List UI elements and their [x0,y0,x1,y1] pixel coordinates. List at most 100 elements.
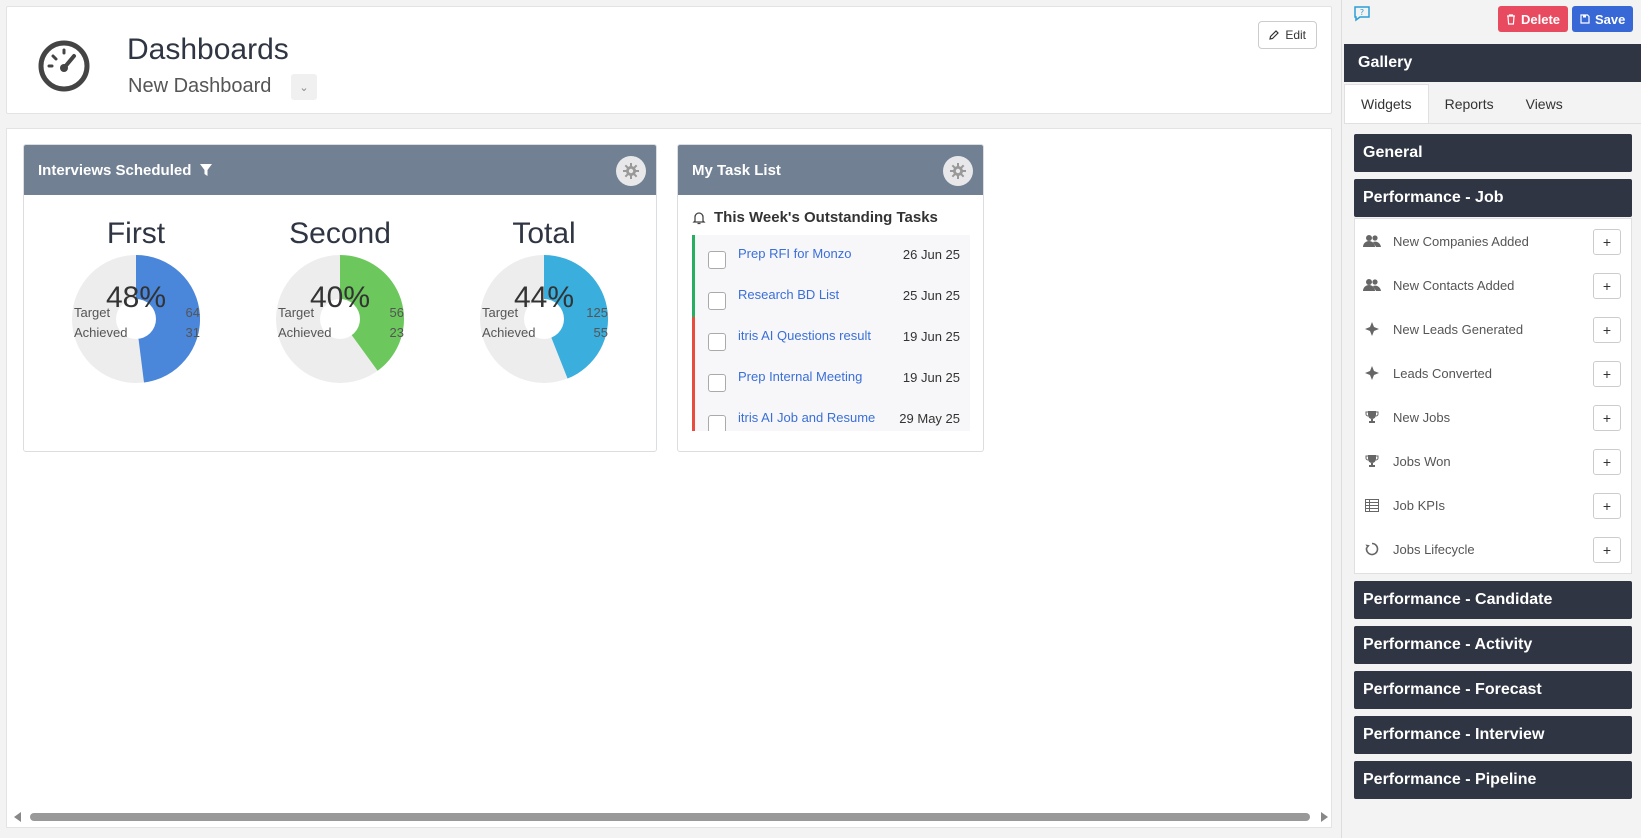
tab-widgets[interactable]: Widgets [1344,84,1429,123]
save-button[interactable]: Save [1572,6,1634,32]
save-label: Save [1595,11,1626,27]
gallery-item-label: New Leads Generated [1393,321,1524,337]
legend-target: Target [74,305,111,320]
tab-reports[interactable]: Reports [1429,84,1510,123]
achieved-value: 23 [389,325,404,340]
task-link[interactable]: itris AI Questions result [738,328,878,343]
gallery-item-jobs-won: Jobs Won + [1355,439,1631,483]
section-general[interactable]: General [1354,134,1632,172]
gallery-title: Gallery [1344,44,1641,82]
task-row: Research BD List 25 Jun 25 [692,276,970,317]
edit-button[interactable]: Edit [1258,21,1317,49]
donut-total: Total 44% Target Achieved 125 55 [444,217,644,385]
task-list: Prep RFI for Monzo 26 Jun 25 Research BD… [692,235,970,431]
task-date: 25 Jun 25 [902,288,960,303]
gallery-item-label: New Companies Added [1393,233,1529,249]
section-performance-forecast[interactable]: Performance - Forecast [1354,671,1632,709]
page-title: Dashboards [127,33,289,66]
add-widget-button[interactable]: + [1593,405,1621,431]
widget-title: Interviews Scheduled [38,161,192,179]
add-widget-button[interactable]: + [1593,317,1621,343]
add-widget-button[interactable]: + [1593,493,1621,519]
edit-label: Edit [1285,28,1306,42]
pencil-icon [1269,30,1280,40]
add-widget-button[interactable]: + [1593,537,1621,563]
add-widget-button[interactable]: + [1593,361,1621,387]
donut-percent: 40% [309,281,371,314]
dashboard-select-dropdown[interactable]: ⌄ [291,74,317,100]
gear-icon [623,163,639,179]
scroll-right-arrow[interactable] [1321,812,1328,822]
tab-views[interactable]: Views [1510,84,1579,123]
section-performance-pipeline[interactable]: Performance - Pipeline [1354,761,1632,799]
donut-values: 64 31 [186,303,200,343]
trash-icon [1507,13,1515,25]
donut-values: 56 23 [390,303,404,343]
widget-title: My Task List [692,161,781,179]
add-widget-button[interactable]: + [1593,449,1621,475]
task-checkbox[interactable] [708,250,726,269]
legend-target: Target [278,305,315,320]
add-widget-button[interactable]: + [1593,273,1621,299]
speedometer-icon [38,40,90,92]
section-performance-job[interactable]: Performance - Job [1354,179,1632,217]
legend-achieved: Achieved [482,325,536,340]
task-checkbox[interactable] [708,291,726,310]
donut-percent: 48% [105,281,167,314]
cycle-icon [1363,541,1381,557]
section-performance-interview[interactable]: Performance - Interview [1354,716,1632,754]
dashboard-name: New Dashboard [128,75,272,97]
performance-job-list: New Companies Added + New Contacts Added… [1354,218,1632,574]
trophy-icon [1363,453,1381,469]
gallery-item-new-leads: New Leads Generated + [1355,307,1631,351]
floppy-icon [1580,14,1590,24]
achieved-value: 55 [593,325,608,340]
help-chat-icon[interactable]: ? [1354,6,1370,22]
donut-second: Second 40% Target Achieved 56 23 [240,217,440,385]
gallery-item-label: New Contacts Added [1393,277,1515,293]
task-row: Prep RFI for Monzo 26 Jun 25 [692,235,970,276]
trophy-icon [1363,409,1381,425]
svg-text:?: ? [1360,8,1364,17]
users-icon [1363,277,1381,293]
interviews-scheduled-widget: Interviews Scheduled First 48% Target Ac… [23,144,657,452]
task-checkbox[interactable] [708,332,726,351]
task-link[interactable]: Research BD List [738,287,878,302]
gallery-item-label: Jobs Lifecycle [1393,541,1475,557]
gallery-item-new-companies: New Companies Added + [1355,219,1631,263]
gallery-item-job-kpis: Job KPIs + [1355,483,1631,527]
bell-icon [692,211,706,224]
section-performance-candidate[interactable]: Performance - Candidate [1354,581,1632,619]
donut-percent: 44% [513,281,575,314]
task-checkbox[interactable] [708,373,726,392]
task-row: Prep Internal Meeting 19 Jun 25 [692,358,970,399]
table-icon [1363,497,1381,513]
section-performance-activity[interactable]: Performance - Activity [1354,626,1632,664]
task-checkbox[interactable] [708,414,726,431]
task-row: itris AI Questions result 19 Jun 25 [692,317,970,358]
gallery-item-jobs-lifecycle: Jobs Lifecycle + [1355,527,1631,571]
task-date: 19 Jun 25 [902,329,960,344]
task-link[interactable]: Prep RFI for Monzo [738,246,878,261]
filter-icon[interactable] [200,163,213,177]
widget-header: My Task List [678,145,983,195]
gallery-tabs: Widgets Reports Views [1344,84,1641,124]
gallery-item-label: Job KPIs [1393,497,1446,513]
horizontal-scrollbar[interactable] [8,810,1328,824]
task-link[interactable]: Prep Internal Meeting [738,369,878,384]
donut-label: First [106,217,166,250]
scroll-left-arrow[interactable] [14,812,21,822]
widget-settings-button[interactable] [943,156,973,186]
add-widget-button[interactable]: + [1593,229,1621,255]
gallery-item-label: New Jobs [1393,409,1451,425]
donut-values: 125 55 [586,303,608,343]
task-link[interactable]: itris AI Job and Resume [738,410,878,425]
crosshair-icon [1363,321,1381,337]
scrollbar-thumb[interactable] [30,813,1310,821]
legend-achieved: Achieved [74,325,128,340]
widget-settings-button[interactable] [616,156,646,186]
donut-legend: Target Achieved [278,303,331,343]
gallery-item-new-contacts: New Contacts Added + [1355,263,1631,307]
delete-button[interactable]: Delete [1498,6,1569,32]
achieved-value: 31 [185,325,200,340]
